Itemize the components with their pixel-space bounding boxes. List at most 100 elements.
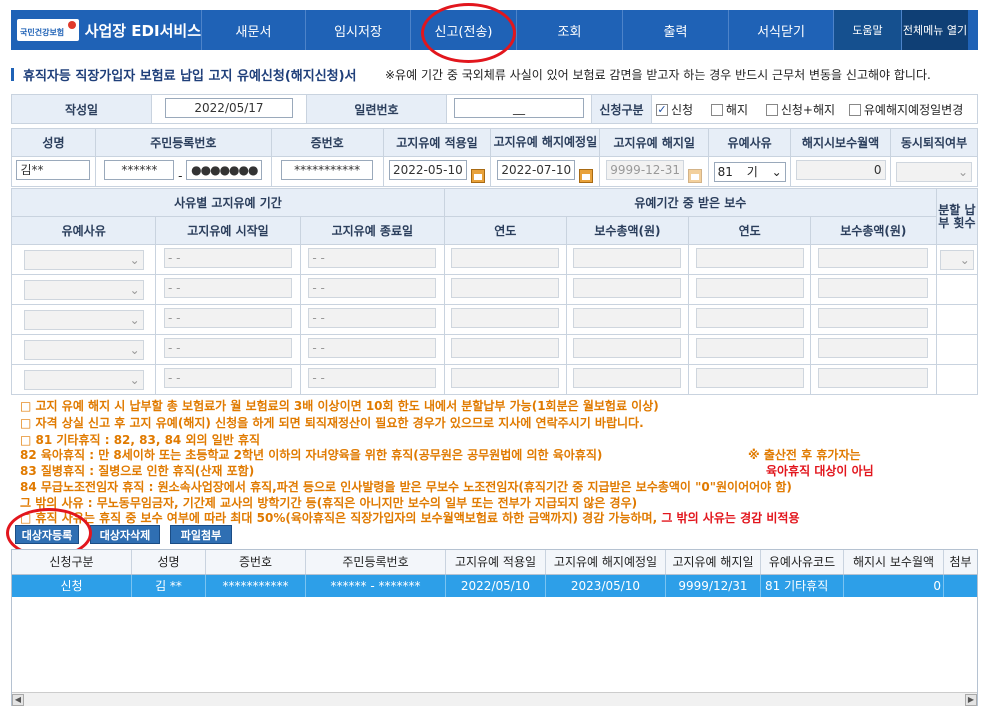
start-date-field[interactable]: - - bbox=[163, 338, 292, 358]
cell-name: 김 ** bbox=[132, 575, 206, 597]
option-change-date[interactable]: 유예해지예정일변경 bbox=[848, 102, 964, 117]
reason-select[interactable]: ⌄ bbox=[23, 279, 144, 300]
scroll-left-icon[interactable]: ◀ bbox=[12, 694, 24, 706]
start-date-field[interactable]: - - bbox=[163, 368, 292, 388]
grid-col-cert: 증번호 bbox=[206, 550, 306, 574]
start-date-field[interactable]: - - bbox=[163, 278, 292, 298]
salary-total-field[interactable] bbox=[818, 308, 929, 328]
chevron-down-icon: ⌄ bbox=[957, 164, 968, 179]
end-date-field[interactable]: - - bbox=[308, 278, 437, 298]
year-field[interactable] bbox=[695, 338, 804, 358]
salary-field[interactable]: 0 bbox=[795, 160, 886, 180]
menu-new-document[interactable]: 새문서 bbox=[201, 10, 305, 50]
option-apply-cancel[interactable]: 신청+해지 bbox=[765, 103, 835, 117]
menu-all-open[interactable]: 전체메뉴 열기 bbox=[901, 10, 968, 50]
cell-planned: 2023/05/10 bbox=[546, 575, 666, 597]
retire-select[interactable]: ⌄ bbox=[896, 161, 972, 182]
note-line-5: 83 질병휴직 : 질병으로 인한 휴직(산재 포함) bbox=[20, 464, 255, 478]
planned-end-field[interactable]: 2022-07-10 bbox=[497, 159, 576, 180]
year-field[interactable] bbox=[451, 248, 560, 268]
name-field[interactable]: 김** bbox=[16, 160, 91, 180]
menu-temp-save[interactable]: 임시저장 bbox=[305, 10, 410, 50]
installment-select[interactable]: ⌄ bbox=[939, 249, 974, 270]
checkbox-apply-cancel[interactable] bbox=[765, 104, 778, 116]
type-label: 신청구분 bbox=[591, 94, 652, 124]
checkbox-apply[interactable]: ✓ bbox=[656, 104, 668, 116]
year-field[interactable] bbox=[451, 368, 560, 388]
note-line-8: □ 휴직 사유는 휴직 중 보수 여부에 따라 최대 50%(육아휴직은 직장가… bbox=[20, 509, 799, 526]
logo-text: 국민건강보험 bbox=[20, 28, 65, 37]
col-reason: 유예사유 bbox=[708, 128, 792, 157]
salary-total-field[interactable] bbox=[573, 338, 682, 358]
cert-field[interactable]: *********** bbox=[281, 160, 374, 180]
group-period: 사유별 고지유예 기간 bbox=[11, 188, 445, 217]
cell-rrn: ****** - ******* bbox=[306, 575, 446, 597]
year-field[interactable] bbox=[695, 248, 804, 268]
col-name: 성명 bbox=[11, 128, 96, 157]
end-date-field[interactable]: - - bbox=[308, 368, 437, 388]
salary-total-field[interactable] bbox=[818, 368, 929, 388]
write-date-label: 작성일 bbox=[11, 94, 152, 124]
option-apply[interactable]: ✓ 신청 bbox=[656, 103, 693, 117]
year-field[interactable] bbox=[695, 308, 804, 328]
reason-select-value: 81 bbox=[717, 164, 733, 179]
scroll-right-icon[interactable]: ▶ bbox=[965, 694, 977, 706]
end-date-field[interactable]: 9999-12-31 bbox=[606, 159, 685, 180]
group-salary: 유예기간 중 받은 보수 bbox=[443, 188, 937, 217]
salary-total-field[interactable] bbox=[573, 308, 682, 328]
checkbox-cancel[interactable] bbox=[710, 104, 723, 116]
note-line-6: 84 무급노조전임자 휴직 : 원소속사업장에서 휴직,파견 등으로 인사발령을… bbox=[20, 480, 792, 494]
option-change-date-label: 유예해지예정일변경 bbox=[863, 102, 964, 117]
year-field[interactable] bbox=[451, 308, 560, 328]
reason-select[interactable]: ⌄ bbox=[23, 369, 144, 390]
period-row: ⌄ - - - - bbox=[10, 334, 979, 365]
start-date-field[interactable]: - - bbox=[163, 248, 292, 268]
reason-select[interactable]: ⌄ bbox=[23, 309, 144, 330]
serial-field[interactable]: __ bbox=[454, 97, 584, 118]
period-row: ⌄ - - - - bbox=[10, 274, 979, 305]
calendar-icon[interactable] bbox=[688, 169, 703, 184]
brand-title: 사업장 EDI서비스 bbox=[84, 21, 201, 40]
table-row[interactable]: 신청 김 ** *********** ****** - ******* 202… bbox=[12, 575, 977, 597]
salary-total-field[interactable] bbox=[818, 248, 929, 268]
menu-inquiry[interactable]: 조회 bbox=[516, 10, 622, 50]
salary-total-field[interactable] bbox=[573, 248, 682, 268]
reason-select[interactable]: ⌄ bbox=[23, 339, 144, 360]
write-date-field[interactable]: 2022/05/17 bbox=[165, 97, 293, 118]
cell-cert: *********** bbox=[206, 575, 306, 597]
menu-print[interactable]: 출력 bbox=[622, 10, 728, 50]
end-date-field[interactable]: - - bbox=[308, 338, 437, 358]
horizontal-scrollbar[interactable]: ◀ ▶ bbox=[12, 692, 977, 706]
year-field[interactable] bbox=[451, 278, 560, 298]
salary-total-field[interactable] bbox=[573, 368, 682, 388]
delete-button[interactable]: 대상자삭제 bbox=[90, 525, 160, 544]
menu-help[interactable]: 도움말 bbox=[833, 10, 901, 50]
start-date-field[interactable]: - - bbox=[163, 308, 292, 328]
note-side-2: 육아휴직 대상이 아님 bbox=[766, 464, 874, 478]
reason-select[interactable]: ⌄ bbox=[23, 249, 144, 270]
end-date-field[interactable]: - - bbox=[308, 248, 437, 268]
checkbox-change-date[interactable] bbox=[848, 104, 861, 116]
salary-total-field[interactable] bbox=[818, 278, 929, 298]
reason-select[interactable]: 81 기 ⌄ bbox=[713, 161, 786, 182]
brand[interactable]: 국민건강보험 사업장 EDI서비스 bbox=[11, 10, 201, 50]
col-year-2: 연도 bbox=[688, 216, 811, 245]
attach-button[interactable]: 파일첨부 bbox=[170, 525, 232, 544]
apply-date-field[interactable]: 2022-05-10 bbox=[388, 159, 467, 180]
menu-close-form[interactable]: 서식닫기 bbox=[728, 10, 833, 50]
grid-col-end: 고지유예 해지일 bbox=[666, 550, 761, 574]
salary-total-field[interactable] bbox=[573, 278, 682, 298]
year-field[interactable] bbox=[451, 338, 560, 358]
rrn-back-field[interactable]: ●●●●●●● bbox=[186, 160, 263, 180]
year-field[interactable] bbox=[695, 278, 804, 298]
rrn-front-field[interactable]: ****** bbox=[104, 160, 175, 180]
calendar-icon[interactable] bbox=[579, 169, 594, 184]
option-cancel[interactable]: 해지 bbox=[710, 103, 748, 117]
calendar-icon[interactable] bbox=[471, 169, 486, 184]
type-options: ✓ 신청 해지 신청+해지 유예해지예정일변경 bbox=[651, 94, 978, 124]
salary-total-field[interactable] bbox=[818, 338, 929, 358]
year-field[interactable] bbox=[695, 368, 804, 388]
period-row: ⌄ - - - - ⌄ bbox=[10, 244, 979, 275]
end-date-field[interactable]: - - bbox=[308, 308, 437, 328]
grid-col-name: 성명 bbox=[132, 550, 206, 574]
